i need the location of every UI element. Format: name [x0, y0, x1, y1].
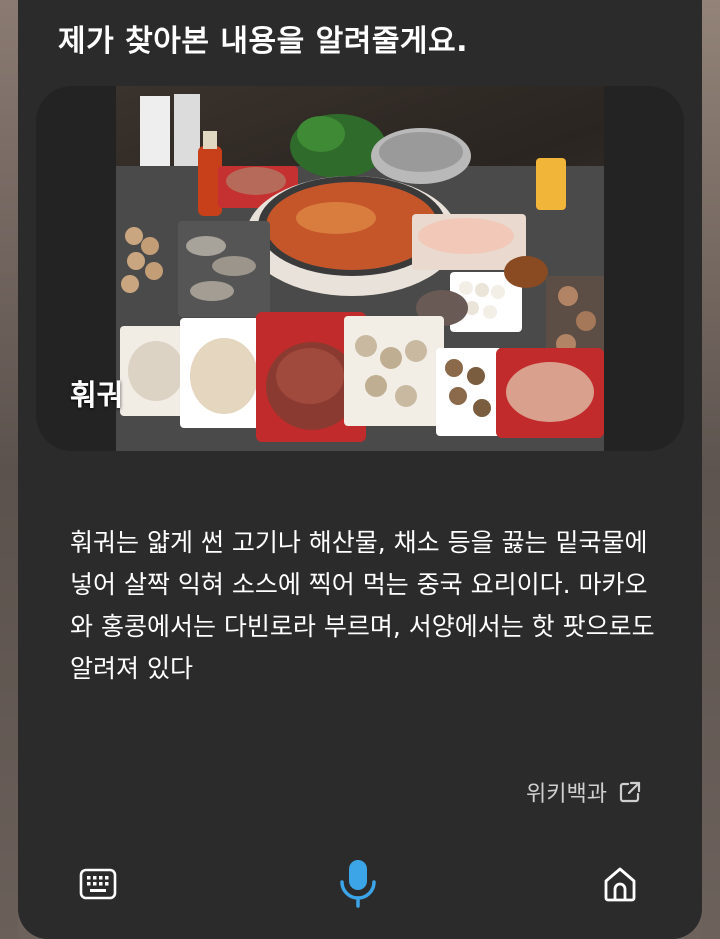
external-link-icon: [617, 779, 643, 805]
assistant-response-sheet: 제가 찾아본 내용을 알려줄게요. 훠궈 훠궈는 얇게 썬 고기나 해산물, 채…: [18, 0, 702, 939]
home-icon: [601, 865, 639, 907]
hotpot-photo: [116, 86, 604, 451]
result-card[interactable]: 훠궈: [36, 86, 684, 451]
source-label: 위키백과: [526, 782, 607, 807]
voice-input-button[interactable]: [330, 858, 386, 914]
home-button[interactable]: [592, 858, 648, 914]
response-heading: 제가 찾아본 내용을 알려줄게요.: [58, 24, 469, 59]
microphone-icon: [337, 858, 379, 914]
keyboard-button[interactable]: [70, 858, 126, 914]
bottom-bar: [18, 858, 702, 914]
description-text: 훠궈는 얇게 썬 고기나 해산물, 채소 등을 끓는 밑국물에 넣어 살짝 익혀…: [70, 528, 655, 683]
source-link[interactable]: 위키백과: [526, 776, 643, 808]
card-title: 훠궈: [70, 378, 124, 412]
keyboard-icon: [79, 868, 117, 904]
hotpot-photo-illustration: [116, 94, 604, 451]
background-right-edge: [702, 0, 720, 939]
background-left-edge: [0, 0, 18, 939]
